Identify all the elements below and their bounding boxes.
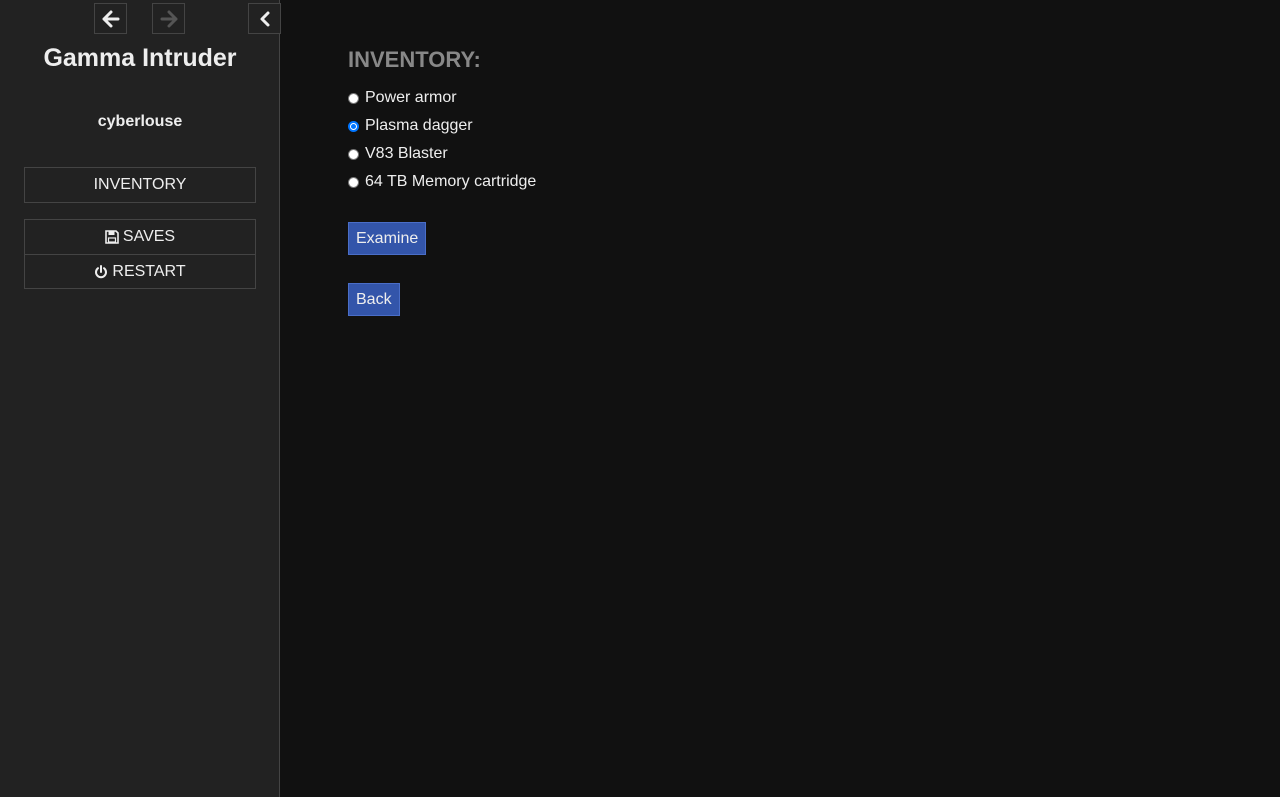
restart-label: RESTART <box>112 262 186 280</box>
examine-button[interactable]: Examine <box>348 222 427 255</box>
inventory-item[interactable]: V83 Blaster <box>348 140 536 168</box>
item-radio[interactable] <box>348 92 359 104</box>
arrow-left-icon <box>102 10 119 27</box>
back-button[interactable]: Back <box>348 283 400 316</box>
inventory-label: INVENTORY <box>93 176 187 193</box>
inventory-item[interactable]: 64 TB Memory cartridge <box>348 168 536 196</box>
system-menu: SAVES RESTART <box>24 219 256 289</box>
item-label[interactable]: 64 TB Memory cartridge <box>365 173 536 191</box>
inventory-menu-item[interactable]: INVENTORY <box>25 168 255 202</box>
saves-menu-item[interactable]: SAVES <box>25 220 255 254</box>
inventory-heading: INVENTORY: <box>348 47 481 72</box>
story-title: Gamma Intruder <box>43 44 237 72</box>
item-radio[interactable] <box>348 120 359 132</box>
history-forward-button[interactable] <box>152 3 185 34</box>
item-label[interactable]: Power armor <box>365 89 457 107</box>
restart-menu-item[interactable]: RESTART <box>25 254 255 288</box>
chevron-left-icon <box>260 11 269 26</box>
story-author: cyberlouse <box>97 113 183 130</box>
inventory-item[interactable]: Plasma dagger <box>348 112 536 140</box>
item-label[interactable]: Plasma dagger <box>365 117 473 135</box>
arrow-right-icon <box>160 10 177 27</box>
saves-label: SAVES <box>122 228 176 245</box>
inventory-item[interactable]: Power armor <box>348 84 536 112</box>
item-radio[interactable] <box>348 148 359 160</box>
floppy-disk-icon <box>105 230 119 244</box>
sidebar-toggle-button[interactable] <box>248 3 281 34</box>
sidebar: Gamma Intruder cyberlouse INVENTORY SAVE… <box>0 0 281 797</box>
history-back-button[interactable] <box>94 3 127 34</box>
power-icon <box>94 264 108 279</box>
item-label[interactable]: V83 Blaster <box>365 145 448 163</box>
item-radio[interactable] <box>348 176 359 188</box>
inventory-list: Power armor Plasma dagger V83 Blaster 64… <box>348 84 536 196</box>
story-menu: INVENTORY <box>24 167 256 203</box>
